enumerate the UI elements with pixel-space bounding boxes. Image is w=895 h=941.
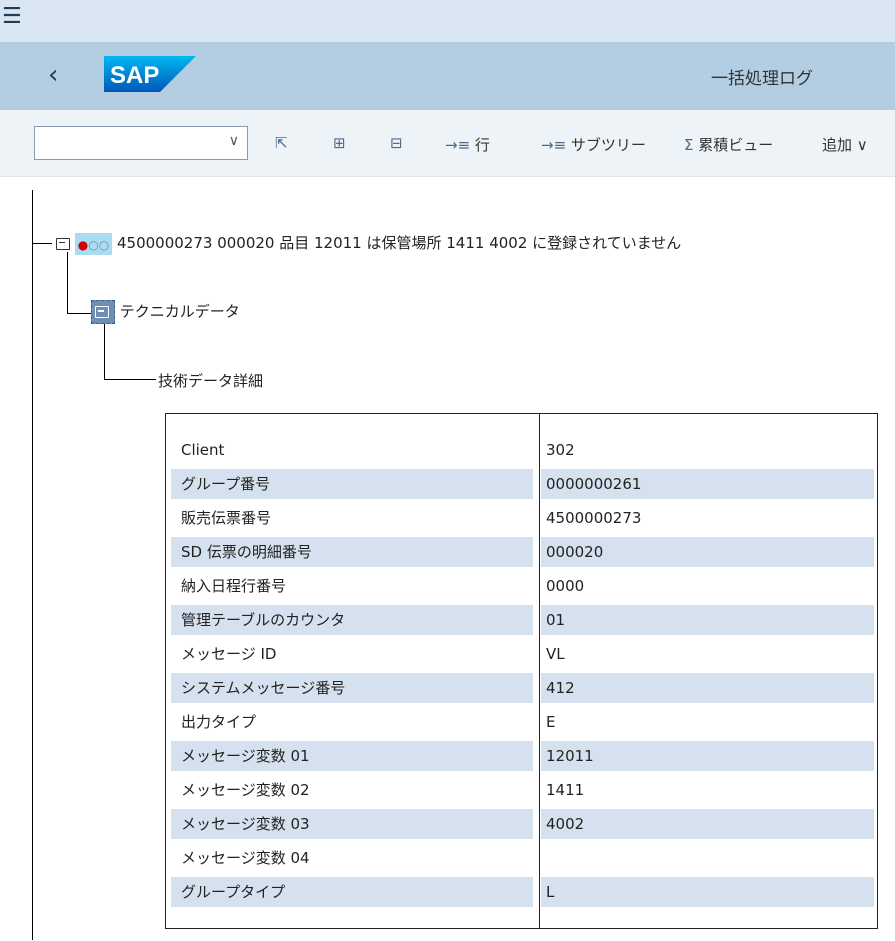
field-label: 納入日程行番号 (181, 577, 287, 595)
table-row: 出力タイプ E (171, 707, 874, 737)
tree-node-technical-details[interactable]: 技術データ詳細 (158, 370, 263, 391)
svg-text:SAP: SAP (110, 62, 159, 89)
expand-all-button[interactable]: ⊞ (333, 134, 346, 152)
field-value[interactable]: 302 (541, 435, 874, 465)
table-row: グループ番号 0000000261 (171, 469, 874, 499)
table-row: 販売伝票番号 4500000273 (171, 503, 874, 533)
field-label: 出力タイプ (181, 713, 257, 731)
shell-header: ‹ SAP 一括処理ログ (0, 42, 895, 110)
top-menu-bar: ☰ (0, 0, 895, 42)
table-row: SD 伝票の明細番号 000020 (171, 537, 874, 567)
cumulative-view-label: 累積ビュー (698, 136, 774, 154)
tree-connector (104, 324, 105, 379)
sap-logo: SAP (104, 56, 196, 92)
expand-icon: ⊞ (333, 134, 346, 152)
table-row: メッセージ変数 02 1411 (171, 775, 874, 805)
table-row: 管理テーブルのカウンタ 01 (171, 605, 874, 635)
technical-data-label: テクニカルデータ (119, 302, 240, 321)
details-table: Client 302 グループ番号 0000000261 販売伝票番号 450000027… (165, 413, 878, 929)
hamburger-menu-icon[interactable]: ☰ (2, 6, 22, 28)
table-row: メッセージ ID VL (171, 639, 874, 669)
message-text: 4500000273 000020 品目 12011 は保管場所 1411 40… (117, 234, 682, 252)
field-value[interactable]: E (541, 707, 874, 737)
tree-connector (32, 243, 52, 244)
cumulative-view-button[interactable]: Σ 累積ビュー (684, 134, 773, 155)
field-label: メッセージ ID (181, 645, 277, 663)
table-row: Client 302 (171, 435, 874, 465)
table-row: 納入日程行番号 0000 (171, 571, 874, 601)
tree-node-technical-data[interactable]: テクニカルデータ (91, 300, 240, 324)
field-value[interactable]: L (541, 877, 874, 907)
tree-root-line (32, 190, 33, 940)
tree-connector (104, 379, 156, 380)
field-value[interactable]: 01 (541, 605, 874, 635)
field-label: メッセージ変数 04 (181, 849, 310, 867)
row-button[interactable]: →≡ 行 (445, 134, 490, 155)
back-chevron-icon[interactable]: ‹ (48, 60, 58, 90)
tree-connector (67, 252, 68, 313)
application-toolbar: ∨ ⇱ ⊞ ⊟ →≡ 行 →≡ サブツリー Σ 累積ビュー 追加 ∨ (0, 110, 895, 177)
chevron-down-icon[interactable]: ∨ (229, 133, 239, 149)
table-row: システムメッセージ番号 412 (171, 673, 874, 703)
tree-node-message[interactable]: ●○○ 4500000273 000020 品目 12011 は保管場所 141… (56, 232, 681, 255)
field-value[interactable]: 4500000273 (541, 503, 874, 533)
field-value[interactable]: VL (541, 639, 874, 669)
field-value[interactable]: 0000000261 (541, 469, 874, 499)
field-label: 管理テーブルのカウンタ (171, 605, 533, 635)
field-label: メッセージ変数 03 (171, 809, 533, 839)
subtree-button[interactable]: →≡ サブツリー (541, 134, 646, 155)
sum-icon: Σ (684, 136, 694, 154)
field-value[interactable]: 12011 (541, 741, 874, 771)
field-label: システムメッセージ番号 (171, 673, 533, 703)
field-value[interactable]: 412 (541, 673, 874, 703)
field-value[interactable]: 1411 (541, 775, 874, 805)
select-icon: ⇱ (275, 134, 288, 152)
row-label: 行 (474, 136, 490, 154)
page-title: 一括処理ログ (711, 69, 813, 89)
table-row: メッセージ変数 04 (171, 843, 874, 873)
field-label: Client (181, 441, 225, 459)
field-value[interactable]: 4002 (541, 809, 874, 839)
technical-details-label: 技術データ詳細 (158, 372, 264, 390)
field-label: メッセージ変数 01 (171, 741, 533, 771)
folder-icon[interactable] (56, 237, 70, 250)
subtree-icon: →≡ (541, 136, 567, 154)
field-label: グループ番号 (171, 469, 533, 499)
folder-icon (95, 306, 109, 318)
table-row: メッセージ変数 01 12011 (171, 741, 874, 771)
collapse-icon: ⊟ (390, 134, 403, 152)
field-label: SD 伝票の明細番号 (171, 537, 533, 567)
collapse-all-button[interactable]: ⊟ (390, 134, 403, 152)
field-label: 販売伝票番号 (181, 509, 272, 527)
field-label: メッセージ変数 02 (181, 781, 310, 799)
table-row: メッセージ変数 03 4002 (171, 809, 874, 839)
field-label: グループタイプ (171, 877, 533, 907)
field-value[interactable]: 000020 (541, 537, 874, 567)
field-value[interactable]: 0000 (541, 571, 874, 601)
table-row: グループタイプ L (171, 877, 874, 907)
command-combo-box[interactable]: ∨ (34, 126, 248, 160)
tree-connector (67, 313, 91, 314)
row-icon: →≡ (445, 136, 471, 154)
subtree-label: サブツリー (570, 136, 646, 154)
more-button[interactable]: 追加 ∨ (822, 134, 868, 155)
field-value[interactable] (541, 843, 874, 873)
selected-folder-icon[interactable] (91, 300, 115, 324)
select-button[interactable]: ⇱ (275, 134, 288, 152)
more-label: 追加 (822, 136, 853, 154)
status-lights-icon: ●○○ (74, 232, 113, 255)
